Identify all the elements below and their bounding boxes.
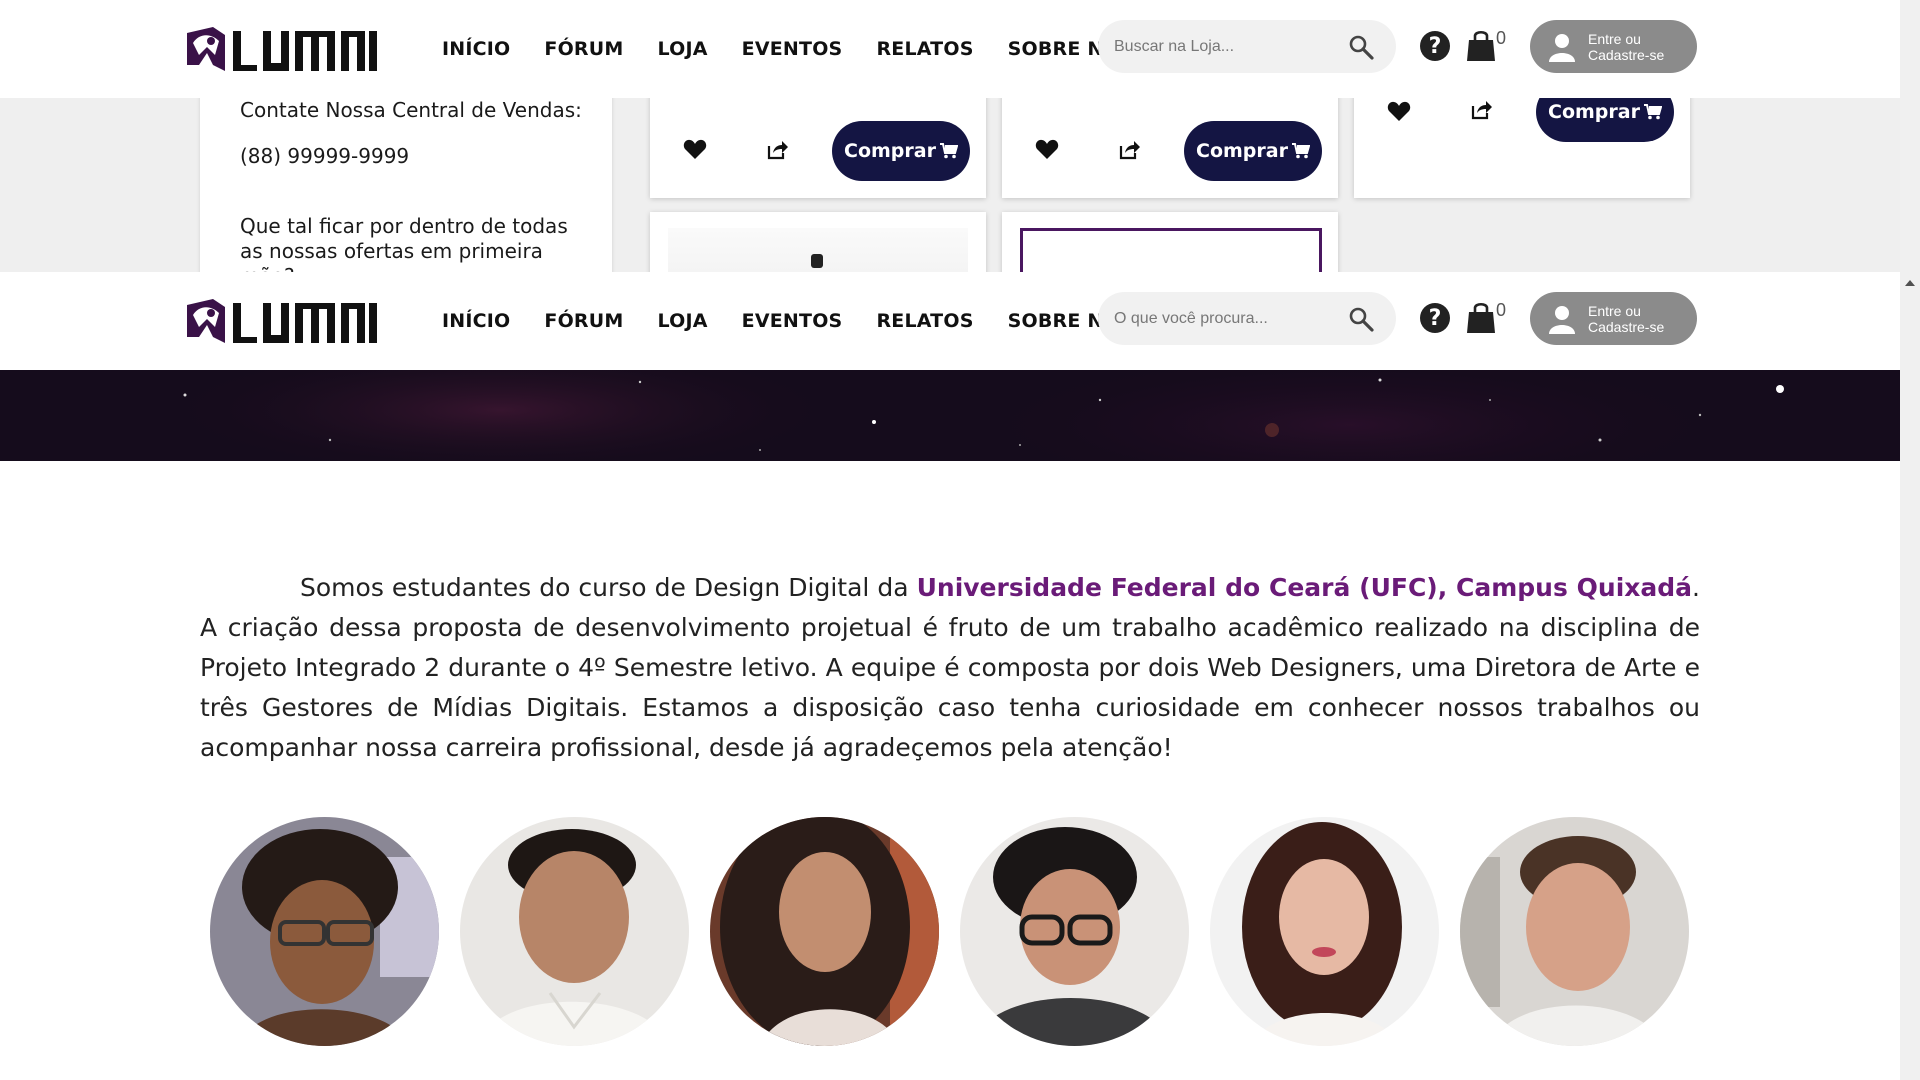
login-label: Entre ou Cadastre-se: [1588, 303, 1664, 335]
nav-inicio[interactable]: INÍCIO: [442, 38, 510, 60]
nav-eventos[interactable]: EVENTOS: [742, 38, 843, 60]
shopping-bag-icon[interactable]: [1466, 28, 1496, 62]
nav-inicio[interactable]: INÍCIO: [442, 310, 510, 332]
cart-count: 0: [1496, 300, 1507, 320]
about-paragraph: Somos estudantes do curso de Design Digi…: [200, 568, 1700, 768]
search-bar: [1098, 292, 1396, 345]
about-intro: Somos estudantes do curso de Design Digi…: [300, 573, 917, 602]
hero-banner: [0, 370, 1900, 461]
help-icon[interactable]: ?: [1420, 303, 1450, 333]
login-label-line1: Entre ou: [1588, 30, 1641, 47]
previous-page-strip: Contate Nossa Central de Vendas: (88) 99…: [0, 0, 1900, 272]
site-header: INÍCIO FÓRUM LOJA EVENTOS RELATOS SOBRE …: [0, 272, 1900, 370]
buy-button[interactable]: Comprar: [1184, 121, 1322, 181]
search-icon[interactable]: [1348, 34, 1374, 60]
nav-relatos[interactable]: RELATOS: [876, 38, 973, 60]
team-member-photo: [960, 817, 1189, 1046]
product-card-partial: [1002, 212, 1338, 272]
heart-icon[interactable]: [1035, 138, 1059, 160]
nav-eventos[interactable]: EVENTOS: [742, 310, 843, 332]
product-image-frame: [1020, 228, 1322, 272]
login-button[interactable]: Entre ou Cadastre-se: [1530, 20, 1697, 73]
share-icon[interactable]: [1469, 98, 1493, 120]
scroll-up-arrow-icon[interactable]: [1904, 278, 1916, 288]
login-label-line1: Entre ou: [1588, 302, 1641, 319]
lumni-logo[interactable]: [185, 25, 377, 73]
heart-icon[interactable]: [1387, 100, 1411, 122]
search-input[interactable]: [1114, 309, 1334, 328]
search-input[interactable]: [1114, 37, 1334, 56]
team-member-photo: [460, 817, 689, 1046]
help-icon[interactable]: ?: [1420, 31, 1450, 61]
user-icon: [1549, 305, 1575, 334]
team-member-photo: [710, 817, 939, 1046]
login-label-line2: Cadastre-se: [1588, 318, 1665, 335]
cart-icon: [1291, 143, 1310, 159]
share-icon[interactable]: [765, 138, 789, 160]
main-nav: INÍCIO FÓRUM LOJA EVENTOS RELATOS SOBRE …: [442, 272, 1168, 370]
about-page: INÍCIO FÓRUM LOJA EVENTOS RELATOS SOBRE …: [0, 272, 1900, 1080]
buy-button-label: Comprar: [844, 140, 936, 162]
nav-loja[interactable]: LOJA: [658, 310, 708, 332]
contact-title: Contate Nossa Central de Vendas:: [240, 98, 582, 122]
nav-forum[interactable]: FÓRUM: [544, 38, 623, 60]
newsletter-promo: Que tal ficar por dentro de todas as nos…: [240, 214, 568, 272]
team-member-photo: [1210, 817, 1439, 1046]
nav-forum[interactable]: FÓRUM: [544, 310, 623, 332]
main-nav: INÍCIO FÓRUM LOJA EVENTOS RELATOS SOBRE …: [442, 0, 1168, 98]
contact-card: Contate Nossa Central de Vendas: (88) 99…: [200, 88, 612, 272]
cart-icon: [939, 143, 958, 159]
nav-relatos[interactable]: RELATOS: [876, 310, 973, 332]
site-header: INÍCIO FÓRUM LOJA EVENTOS RELATOS SOBRE …: [0, 0, 1900, 98]
lumni-logo-graphic: [187, 27, 377, 71]
scrollbar[interactable]: [1900, 0, 1920, 1080]
lumni-logo-graphic: [187, 299, 377, 343]
cart-icon: [1643, 104, 1662, 120]
heart-icon[interactable]: [683, 138, 707, 160]
team-member-photo: [210, 817, 439, 1046]
lumni-logo[interactable]: [185, 297, 377, 345]
user-icon: [1549, 33, 1575, 62]
starfield-background: [0, 370, 1900, 461]
search-icon[interactable]: [1348, 306, 1374, 332]
login-label-line2: Cadastre-se: [1588, 46, 1665, 63]
buy-button-label: Comprar: [1196, 140, 1288, 162]
login-button[interactable]: Entre ou Cadastre-se: [1530, 292, 1697, 345]
team-photos: [210, 817, 1689, 1046]
cart-count: 0: [1496, 28, 1507, 48]
contact-phone: (88) 99999-9999: [240, 144, 410, 168]
team-member-photo: [1460, 817, 1689, 1046]
buy-button-label: Comprar: [1548, 101, 1640, 123]
share-icon[interactable]: [1117, 138, 1141, 160]
product-image-detail: [811, 254, 823, 268]
product-card-partial: [650, 212, 986, 272]
shopping-bag-icon[interactable]: [1466, 300, 1496, 334]
search-bar: [1098, 20, 1396, 73]
buy-button[interactable]: Comprar: [832, 121, 970, 181]
login-label: Entre ou Cadastre-se: [1588, 31, 1664, 63]
nav-loja[interactable]: LOJA: [658, 38, 708, 60]
university-link[interactable]: Universidade Federal do Ceará (UFC), Cam…: [917, 573, 1692, 602]
